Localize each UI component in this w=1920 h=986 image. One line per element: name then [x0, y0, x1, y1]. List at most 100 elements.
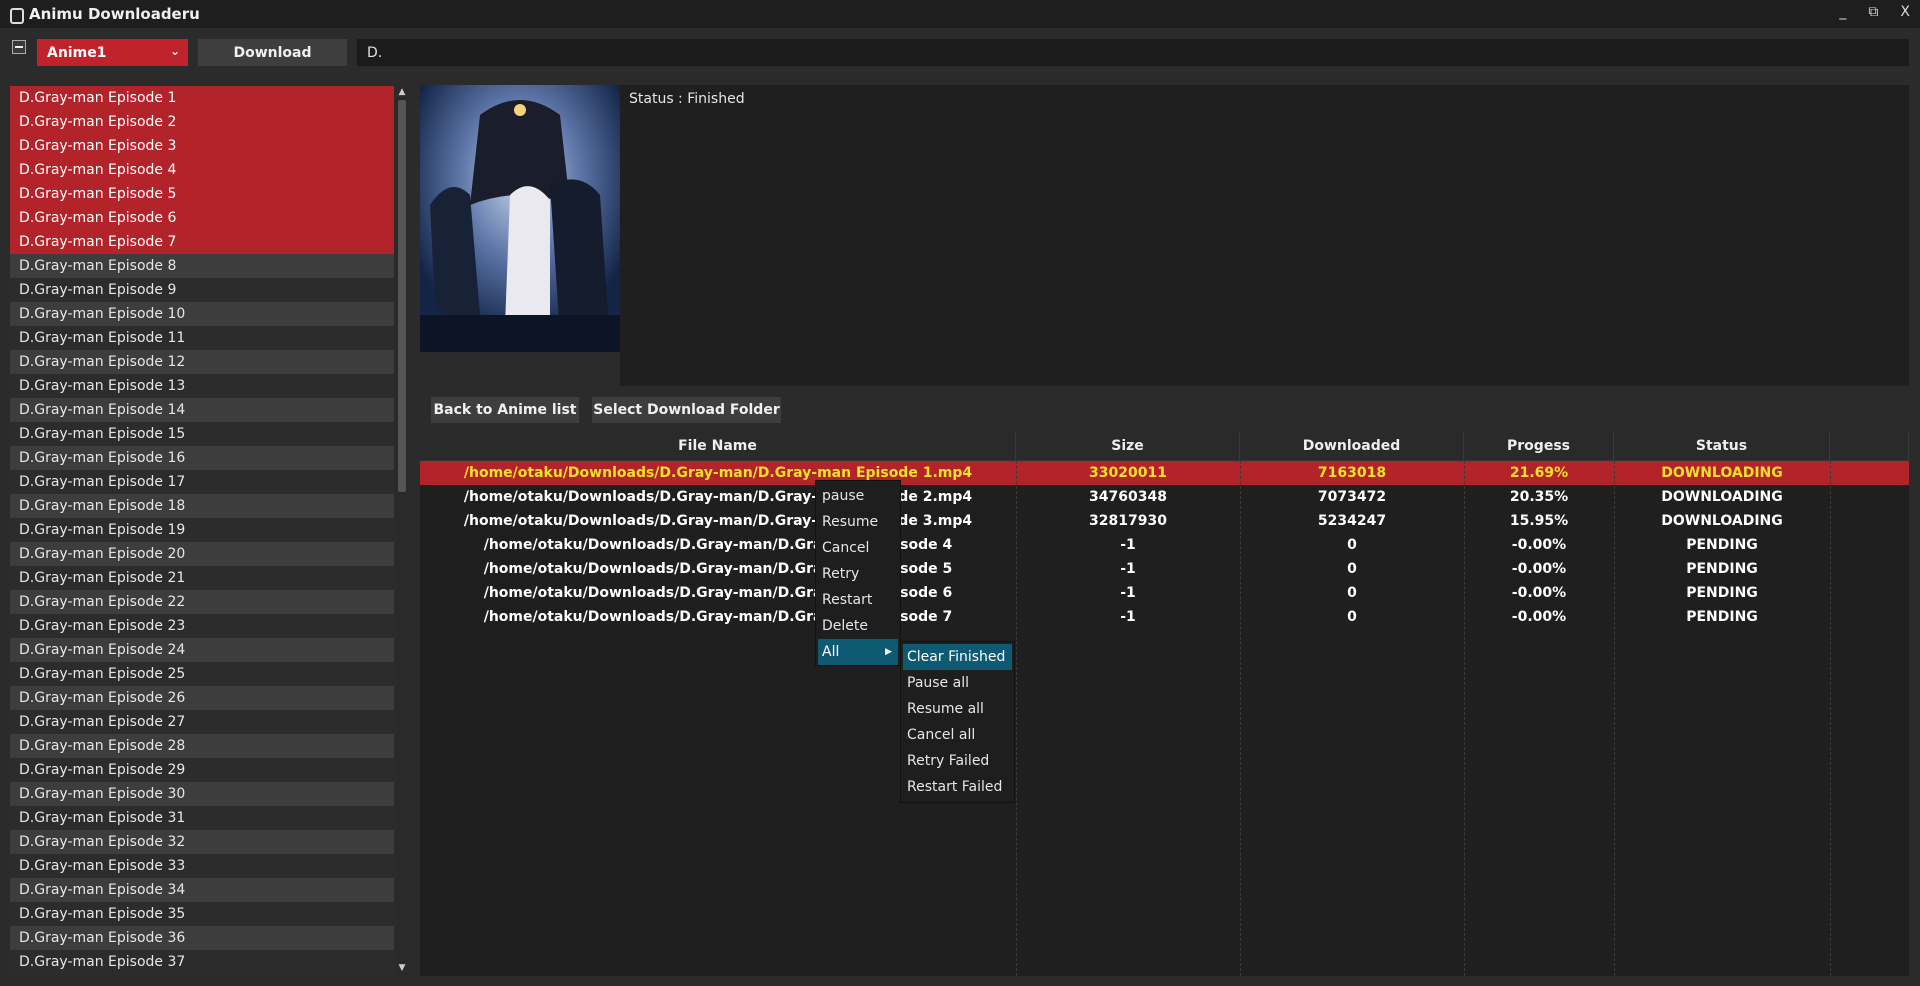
table-row[interactable]: /home/otaku/Downloads/D.Gray-man/D.Gray-…	[420, 557, 1909, 581]
episode-list-item[interactable]: D.Gray-man Episode 30	[10, 782, 394, 806]
episode-list-item[interactable]: D.Gray-man Episode 3	[10, 134, 394, 158]
close-button[interactable]: X	[1900, 4, 1910, 20]
spacer-cell	[1830, 509, 1909, 533]
episode-list-item[interactable]: D.Gray-man Episode 12	[10, 350, 394, 374]
submenu-item-clear-finished[interactable]: Clear Finished	[903, 644, 1012, 670]
episode-list-item[interactable]: D.Gray-man Episode 36	[10, 926, 394, 950]
header-downloaded[interactable]: Downloaded	[1240, 431, 1464, 460]
progress-cell: 20.35%	[1509, 489, 1569, 505]
table-row[interactable]: /home/otaku/Downloads/D.Gray-man/D.Gray-…	[420, 461, 1909, 485]
spacer-cell	[1830, 557, 1909, 581]
episode-list-item[interactable]: D.Gray-man Episode 35	[10, 902, 394, 926]
episode-list-scrollbar[interactable]: ▲ ▼	[396, 86, 408, 974]
context-menu-item-retry[interactable]: Retry	[816, 561, 900, 587]
table-row[interactable]: /home/otaku/Downloads/D.Gray-man/D.Gray-…	[420, 533, 1909, 557]
episode-list-item[interactable]: D.Gray-man Episode 29	[10, 758, 394, 782]
episode-list-item[interactable]: D.Gray-man Episode 9	[10, 278, 394, 302]
downloaded-cell: 0	[1347, 561, 1357, 577]
episode-list-item[interactable]: D.Gray-man Episode 1	[10, 86, 394, 110]
status-cell: PENDING	[1686, 561, 1758, 577]
menu-item-label: pause	[822, 488, 865, 504]
episode-list-item[interactable]: D.Gray-man Episode 28	[10, 734, 394, 758]
collapse-icon[interactable]	[12, 40, 26, 54]
header-spacer	[1830, 431, 1909, 460]
episode-list-item[interactable]: D.Gray-man Episode 16	[10, 446, 394, 470]
episode-list-item[interactable]: D.Gray-man Episode 25	[10, 662, 394, 686]
episode-list-item[interactable]: D.Gray-man Episode 22	[10, 590, 394, 614]
spacer-cell	[1830, 533, 1909, 557]
context-menu-item-restart[interactable]: Restart	[816, 587, 900, 613]
size-cell: 32817930	[1089, 513, 1167, 529]
submenu-item-cancel-all[interactable]: Cancel all	[901, 722, 1014, 748]
episode-list-item[interactable]: D.Gray-man Episode 27	[10, 710, 394, 734]
all-submenu: Clear Finished Pause all Resume all Cancel …	[900, 641, 1015, 803]
table-row[interactable]: /home/otaku/Downloads/D.Gray-man/D.Gray-…	[420, 485, 1909, 509]
episode-list-item[interactable]: D.Gray-man Episode 21	[10, 566, 394, 590]
episode-list-item[interactable]: D.Gray-man Episode 32	[10, 830, 394, 854]
submenu-item-restart-failed[interactable]: Restart Failed	[901, 774, 1014, 800]
scroll-down-icon[interactable]: ▼	[396, 962, 408, 974]
menu-item-label: All	[822, 644, 840, 660]
episode-list-item[interactable]: D.Gray-man Episode 33	[10, 854, 394, 878]
context-menu-item-pause[interactable]: pause	[816, 483, 900, 509]
scroll-thumb[interactable]	[398, 100, 406, 492]
episode-list-item[interactable]: D.Gray-man Episode 34	[10, 878, 394, 902]
episode-list-item[interactable]: D.Gray-man Episode 15	[10, 422, 394, 446]
status-text: Status : Finished	[629, 91, 745, 107]
title-bar: Animu Downloaderu _ ⧉ X	[0, 0, 1920, 28]
episode-list-item[interactable]: D.Gray-man Episode 20	[10, 542, 394, 566]
episode-list-item[interactable]: D.Gray-man Episode 23	[10, 614, 394, 638]
minimize-button[interactable]: _	[1839, 4, 1846, 20]
table-row[interactable]: /home/otaku/Downloads/D.Gray-man/D.Gray-…	[420, 605, 1909, 629]
context-menu-item-delete[interactable]: Delete	[816, 613, 900, 639]
size-cell: -1	[1120, 585, 1136, 601]
status-cell: DOWNLOADING	[1661, 489, 1783, 505]
context-menu-item-all[interactable]: All ▶	[818, 639, 898, 665]
restore-button[interactable]: ⧉	[1868, 4, 1878, 20]
header-status[interactable]: Status	[1614, 431, 1830, 460]
episode-list-item[interactable]: D.Gray-man Episode 2	[10, 110, 394, 134]
episode-list-item[interactable]: D.Gray-man Episode 18	[10, 494, 394, 518]
window-controls: _ ⧉ X	[1839, 4, 1910, 20]
context-menu-item-cancel[interactable]: Cancel	[816, 535, 900, 561]
episode-list-item[interactable]: D.Gray-man Episode 11	[10, 326, 394, 350]
submenu-item-pause-all[interactable]: Pause all	[901, 670, 1014, 696]
episode-list-item[interactable]: D.Gray-man Episode 31	[10, 806, 394, 830]
episode-list-item[interactable]: D.Gray-man Episode 5	[10, 182, 394, 206]
episode-list-item[interactable]: D.Gray-man Episode 19	[10, 518, 394, 542]
episode-list-item[interactable]: D.Gray-man Episode 24	[10, 638, 394, 662]
file-name-cell: /home/otaku/Downloads/D.Gray-man/D.Gray-…	[463, 465, 973, 481]
episode-list-item[interactable]: D.Gray-man Episode 8	[10, 254, 394, 278]
column-divider	[1240, 461, 1241, 976]
select-download-folder-button[interactable]: Select Download Folder	[592, 397, 781, 423]
episode-list-item[interactable]: D.Gray-man Episode 14	[10, 398, 394, 422]
submenu-item-resume-all[interactable]: Resume all	[901, 696, 1014, 722]
episode-list-item[interactable]: D.Gray-man Episode 17	[10, 470, 394, 494]
submenu-item-retry-failed[interactable]: Retry Failed	[901, 748, 1014, 774]
anime-cover-image	[420, 85, 620, 352]
episode-list-item[interactable]: D.Gray-man Episode 26	[10, 686, 394, 710]
header-progress[interactable]: Progess	[1464, 431, 1614, 460]
episode-list-item[interactable]: D.Gray-man Episode 4	[10, 158, 394, 182]
episode-list-item[interactable]: D.Gray-man Episode 6	[10, 206, 394, 230]
episode-list-item[interactable]: D.Gray-man Episode 37	[10, 950, 394, 974]
progress-cell: -0.00%	[1511, 561, 1567, 577]
table-row[interactable]: /home/otaku/Downloads/D.Gray-man/D.Gray-…	[420, 509, 1909, 533]
episode-list-item[interactable]: D.Gray-man Episode 10	[10, 302, 394, 326]
file-name-cell: /home/otaku/Downloads/D.Gray-man/D.Gray-…	[463, 489, 973, 505]
episode-list[interactable]: D.Gray-man Episode 1 D.Gray-man Episode 2…	[10, 86, 394, 974]
file-name-cell: /home/otaku/Downloads/D.Gray-man/D.Gray-…	[483, 585, 953, 601]
context-menu-item-resume[interactable]: Resume	[816, 509, 900, 535]
search-input[interactable]	[357, 39, 1909, 66]
download-button[interactable]: Download	[198, 39, 347, 66]
episode-list-item[interactable]: D.Gray-man Episode 13	[10, 374, 394, 398]
episode-list-item[interactable]: D.Gray-man Episode 7	[10, 230, 394, 254]
header-size[interactable]: Size	[1016, 431, 1240, 460]
back-to-anime-list-button[interactable]: Back to Anime list	[431, 397, 579, 423]
table-row[interactable]: /home/otaku/Downloads/D.Gray-man/D.Gray-…	[420, 581, 1909, 605]
header-file-name[interactable]: File Name	[420, 431, 1016, 460]
scroll-up-icon[interactable]: ▲	[396, 86, 408, 98]
source-select[interactable]: Anime1 ⌄	[37, 39, 188, 66]
column-divider	[1830, 461, 1831, 976]
spacer-cell	[1830, 461, 1909, 485]
